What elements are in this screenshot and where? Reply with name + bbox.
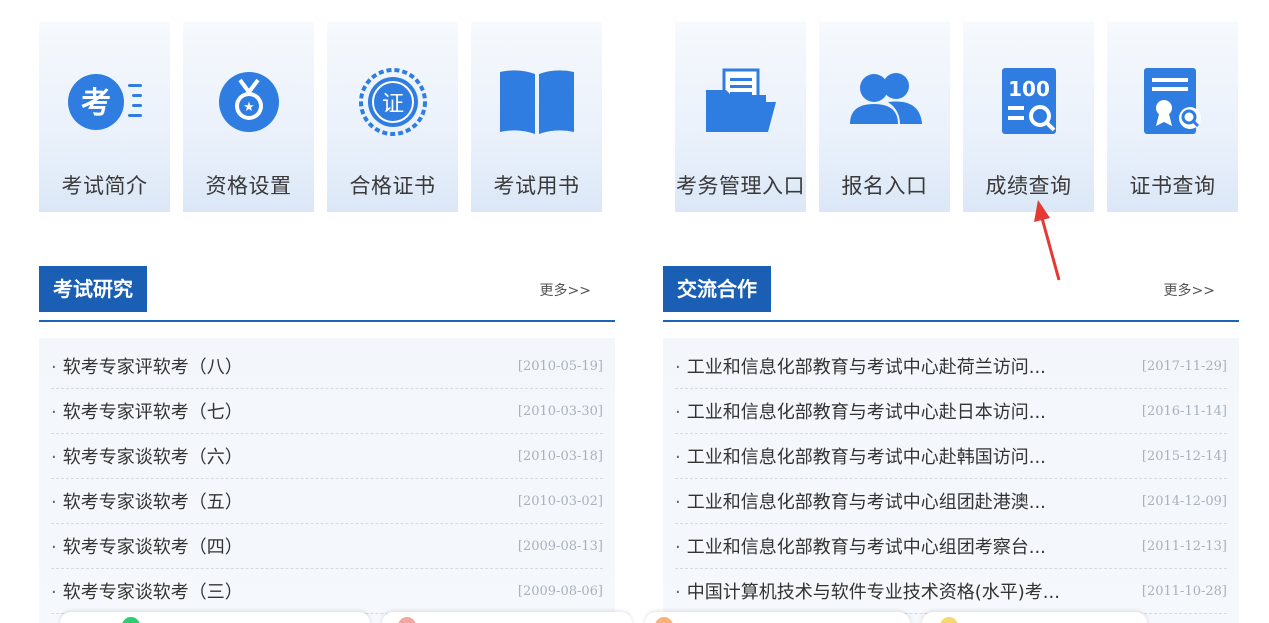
item-title: 工业和信息化部教育与考试中心赴荷兰访问... [675,353,1046,379]
svg-text:★: ★ [243,100,255,115]
floating-pill[interactable] [382,612,632,623]
users-icon [840,62,930,142]
item-date: [2016-11-14] [1141,403,1227,419]
item-title: 软考专家谈软考（三） [51,578,243,604]
tile-exam-admin[interactable]: 考务管理入口 [675,22,806,212]
quick-links-right: 考务管理入口 报名入口 100 成绩查询 证书查询 [675,22,1238,212]
list-item[interactable]: 中国计算机技术与软件专业技术资格(水平)考... [2011-10-28] [675,569,1227,614]
tile-label: 证书查询 [1129,174,1216,198]
item-date: [2017-11-29] [1141,358,1227,374]
panel-title: 考试研究 [39,266,147,312]
list-item[interactable]: 工业和信息化部教育与考试中心组团考察台... [2011-12-13] [675,524,1227,569]
news-list: 软考专家评软考（八） [2010-05-19] 软考专家评软考（七） [2010-0… [39,338,615,623]
tile-score-query[interactable]: 100 成绩查询 [963,22,1094,212]
item-title: 工业和信息化部教育与考试中心组团考察台... [675,533,1046,559]
score-search-icon: 100 [984,62,1074,142]
list-item[interactable]: 工业和信息化部教育与考试中心赴荷兰访问... [2017-11-29] [675,344,1227,389]
tile-certificate-query[interactable]: 证书查询 [1107,22,1238,212]
medal-icon: ★ [204,62,294,142]
tile-certificate[interactable]: 证 合格证书 [327,22,458,212]
item-title: 工业和信息化部教育与考试中心组团赴港澳... [675,488,1046,514]
list-item[interactable]: 软考专家谈软考（四） [2009-08-13] [51,524,603,569]
item-title: 工业和信息化部教育与考试中心赴日本访问... [675,398,1046,424]
list-item[interactable]: 工业和信息化部教育与考试中心赴日本访问... [2016-11-14] [675,389,1227,434]
tile-label: 考试用书 [493,174,580,198]
tile-label: 考务管理入口 [676,174,805,198]
folder-document-icon [696,62,786,142]
tile-label: 资格设置 [205,174,292,198]
item-title: 中国计算机技术与软件专业技术资格(水平)考... [675,578,1060,604]
item-title: 软考专家评软考（八） [51,353,243,379]
item-title: 软考专家谈软考（四） [51,533,243,559]
more-link[interactable]: 更多>> [1164,280,1215,300]
certificate-seal-icon: 证 [348,62,438,142]
tile-exam-books[interactable]: 考试用书 [471,22,602,212]
item-date: [2015-12-14] [1141,448,1227,464]
list-item[interactable]: 软考专家谈软考（三） [2009-08-06] [51,569,603,614]
list-item[interactable]: 软考专家评软考（七） [2010-03-30] [51,389,603,434]
svg-text:证: 证 [381,92,403,117]
item-date: [2011-12-13] [1141,538,1227,554]
list-item[interactable]: 软考专家谈软考（五） [2010-03-02] [51,479,603,524]
list-item[interactable]: 工业和信息化部教育与考试中心赴韩国访问... [2015-12-14] [675,434,1227,479]
item-date: [2009-08-06] [517,583,603,599]
floating-pill[interactable] [645,612,910,623]
news-list: 工业和信息化部教育与考试中心赴荷兰访问... [2017-11-29] 工业和信息… [663,338,1239,623]
item-title: 软考专家谈软考（五） [51,488,243,514]
floating-pill[interactable] [60,612,370,623]
tile-label: 合格证书 [349,174,436,198]
item-title: 工业和信息化部教育与考试中心赴韩国访问... [675,443,1046,469]
exam-research-panel: 考试研究 更多>> 软考专家评软考（八） [2010-05-19] 软考专家评软考… [39,266,615,623]
list-item[interactable]: 工业和信息化部教育与考试中心组团赴港澳... [2014-12-09] [675,479,1227,524]
tile-label: 成绩查询 [985,174,1072,198]
exam-badge-icon: 考 [60,62,150,142]
panel-header: 考试研究 更多>> [39,266,615,322]
item-date: [2014-12-09] [1141,493,1227,509]
svg-text:考: 考 [81,86,111,121]
item-date: [2009-08-13] [517,538,603,554]
item-date: [2010-03-30] [517,403,603,419]
item-date: [2010-05-19] [517,358,603,374]
tile-label: 考试简介 [61,174,148,198]
list-item[interactable]: 软考专家评软考（八） [2010-05-19] [51,344,603,389]
open-book-icon [492,62,582,142]
tile-exam-intro[interactable]: 考 考试简介 [39,22,170,212]
item-date: [2010-03-02] [517,493,603,509]
panel-title: 交流合作 [663,266,771,312]
cooperation-panel: 交流合作 更多>> 工业和信息化部教育与考试中心赴荷兰访问... [2017-11… [663,266,1239,623]
item-date: [2011-10-28] [1141,583,1227,599]
score-badge: 100 [1008,77,1050,101]
quick-links-left: 考 考试简介 ★ 资格设置 证 合格证书 考试用书 [39,22,602,212]
list-item[interactable]: 软考专家谈软考（六） [2010-03-18] [51,434,603,479]
item-date: [2010-03-18] [517,448,603,464]
more-link[interactable]: 更多>> [540,280,591,300]
certificate-search-icon [1128,62,1218,142]
item-title: 软考专家谈软考（六） [51,443,243,469]
tile-qualification[interactable]: ★ 资格设置 [183,22,314,212]
bottom-floating-bar [0,612,1269,623]
tile-registration[interactable]: 报名入口 [819,22,950,212]
panel-header: 交流合作 更多>> [663,266,1239,322]
item-title: 软考专家评软考（七） [51,398,243,424]
tile-label: 报名入口 [841,174,928,198]
